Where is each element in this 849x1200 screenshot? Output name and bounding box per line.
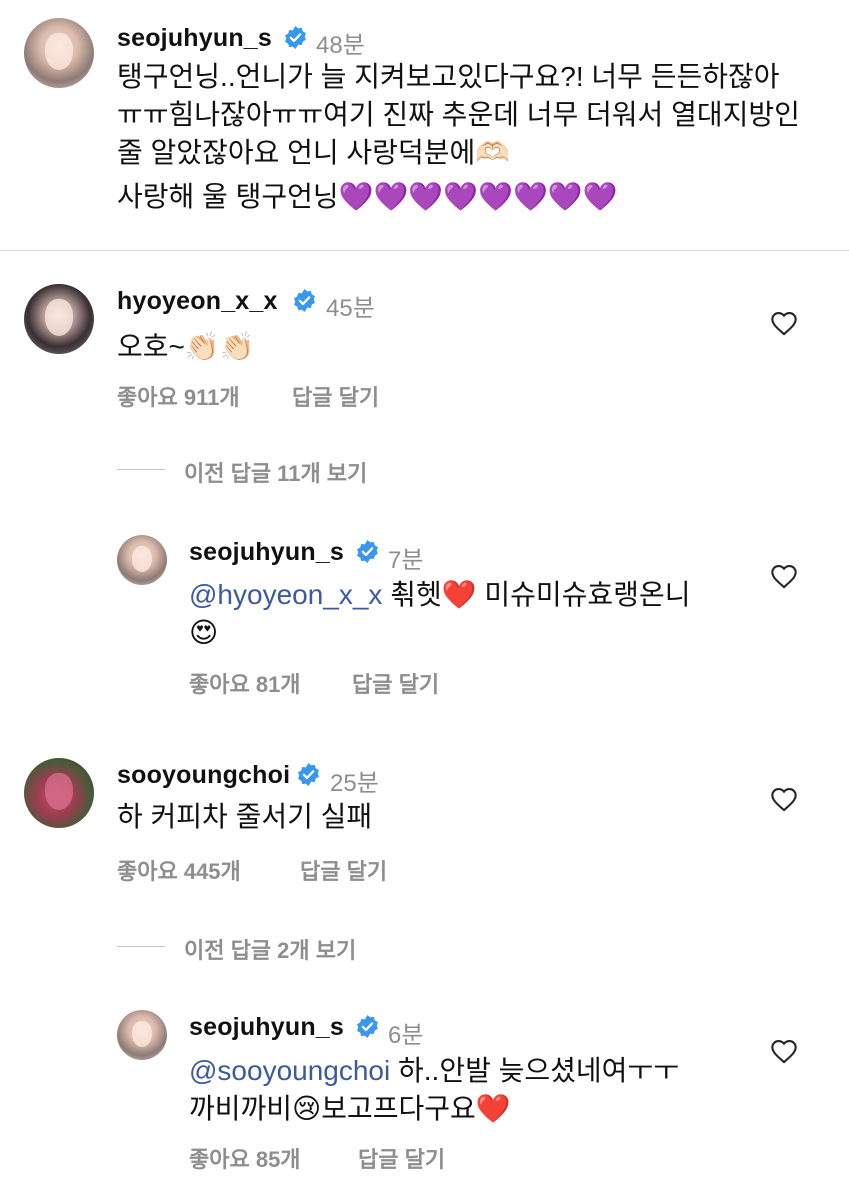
reply-line: @sooyoungchoi 하..안발 늦으셨네여ㅜㅜ — [189, 1052, 749, 1090]
avatar-face — [132, 1021, 152, 1047]
avatar-face — [45, 33, 73, 70]
view-replies-line — [117, 469, 165, 470]
avatar[interactable] — [24, 284, 94, 354]
reply-line-rest: 하..안발 늦으셨네여ㅜㅜ — [390, 1055, 679, 1086]
comment-time: 45분 — [326, 295, 375, 322]
comment-line: ㅠㅠ힘나잖아ㅠㅠ여기 진짜 추운데 너무 더워서 열대지방인 — [117, 99, 800, 130]
avatar-face — [45, 773, 73, 810]
avatar-face — [132, 546, 152, 572]
avatar-face — [45, 299, 73, 336]
reply-line-rest: 쵞헷❤️ 미슈미슈효랭온니 — [382, 579, 691, 610]
reply-username[interactable]: seojuhyun_s — [189, 1013, 344, 1042]
divider — [0, 250, 849, 251]
reply-username[interactable]: seojuhyun_s — [189, 538, 344, 567]
like-count[interactable]: 좋아요 911개 — [117, 380, 240, 412]
reply-text: @sooyoungchoi 하..안발 늦으셨네여ㅜㅜ 까비까비😢보고프다구요❤… — [189, 1052, 749, 1128]
view-previous-replies-button[interactable]: 이전 답글 2개 보기 — [184, 933, 356, 965]
like-heart-icon[interactable] — [770, 563, 798, 589]
like-heart-icon[interactable] — [770, 786, 798, 812]
reply-time: 7분 — [388, 547, 424, 574]
reply-button[interactable]: 답글 달기 — [358, 1142, 445, 1174]
comment-username[interactable]: sooyoungchoi — [117, 761, 290, 790]
reply-button[interactable]: 답글 달기 — [300, 854, 387, 886]
reply-line: @hyoyeon_x_x 쵞헷❤️ 미슈미슈효랭온니 — [189, 576, 749, 614]
comment-username[interactable]: seojuhyun_s — [117, 24, 272, 53]
verified-badge-icon — [357, 1015, 378, 1038]
avatar[interactable] — [117, 535, 167, 585]
avatar[interactable] — [117, 1010, 167, 1060]
reply-line: 😍 — [189, 617, 219, 648]
comment-time: 25분 — [330, 770, 379, 797]
comment-text: 탱구언닝..언니가 늘 지켜보고있다구요?! 너무 든든하잖아 ㅠㅠ힘나잖아ㅠㅠ… — [117, 58, 837, 216]
verified-badge-icon — [285, 26, 306, 49]
like-count[interactable]: 좋아요 445개 — [117, 854, 241, 886]
reply-time: 6분 — [388, 1022, 424, 1049]
comment-line: 탱구언닝..언니가 늘 지켜보고있다구요?! 너무 든든하잖아 — [117, 61, 780, 92]
mention-link[interactable]: @hyoyeon_x_x — [189, 579, 382, 610]
comment-text: 하 커피차 줄서기 실패 — [117, 801, 373, 832]
like-count[interactable]: 좋아요 85개 — [189, 1142, 301, 1174]
reply-button[interactable]: 답글 달기 — [292, 380, 379, 412]
verified-badge-icon — [294, 289, 315, 312]
reply-button[interactable]: 답글 달기 — [352, 667, 439, 699]
view-replies-line — [117, 946, 165, 947]
comment-time: 48분 — [316, 32, 365, 59]
comment-text: 오호~👏🏻👏🏻 — [117, 331, 255, 362]
verified-badge-icon — [357, 540, 378, 563]
avatar[interactable] — [24, 758, 94, 828]
comment-line: 사랑해 울 탱구언닝💜💜💜💜💜💜💜💜 — [117, 181, 618, 212]
reply-line: 까비까비😢보고프다구요❤️ — [189, 1093, 511, 1124]
view-previous-replies-button[interactable]: 이전 답글 11개 보기 — [184, 456, 367, 488]
comment-line: 줄 알았잖아요 언니 사랑덕분에🫶🏻 — [117, 137, 511, 168]
like-count[interactable]: 좋아요 81개 — [189, 667, 301, 699]
verified-badge-icon — [298, 763, 319, 786]
comment-username[interactable]: hyoyeon_x_x — [117, 287, 278, 316]
avatar[interactable] — [24, 18, 94, 88]
like-heart-icon[interactable] — [770, 1038, 798, 1064]
reply-text: @hyoyeon_x_x 쵞헷❤️ 미슈미슈효랭온니 😍 — [189, 576, 749, 652]
like-heart-icon[interactable] — [770, 310, 798, 336]
mention-link[interactable]: @sooyoungchoi — [189, 1055, 390, 1086]
